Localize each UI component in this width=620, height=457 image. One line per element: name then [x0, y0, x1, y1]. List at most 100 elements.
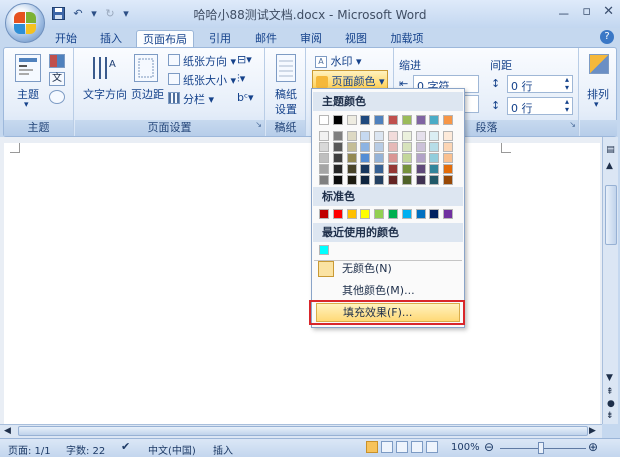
close-button[interactable]: ✕ — [603, 4, 614, 23]
scroll-up-icon[interactable]: ▲ — [606, 161, 613, 171]
theme-effects-icon[interactable] — [49, 90, 65, 104]
proofing-icon[interactable]: ✔ — [121, 440, 130, 453]
theme-shade-swatch[interactable] — [388, 142, 398, 152]
standard-color-swatch[interactable] — [401, 209, 412, 219]
no-color-item[interactable]: 无颜色(N) — [312, 259, 464, 279]
theme-shade-swatch[interactable] — [360, 175, 371, 185]
theme-shade-swatch[interactable] — [443, 164, 454, 174]
manuscript-button-line2[interactable]: 设置 — [275, 101, 297, 117]
theme-shade-swatch[interactable] — [332, 164, 343, 174]
theme-shade-swatch[interactable] — [332, 153, 343, 163]
paragraph-launcher-icon[interactable]: ↘ — [569, 117, 576, 133]
standard-color-swatch[interactable] — [388, 209, 398, 219]
outline-view-icon[interactable] — [411, 441, 423, 453]
spacing-after-spinner-icon[interactable]: ▴ ▾ — [565, 98, 569, 114]
theme-shade-swatch[interactable] — [374, 142, 385, 152]
theme-colors-icon[interactable] — [49, 54, 65, 68]
theme-shade-swatch[interactable] — [332, 142, 343, 152]
margins-button[interactable]: 页边距 — [131, 86, 164, 102]
theme-shade-swatch[interactable] — [374, 131, 385, 141]
hyphenation-icon[interactable]: bᶜ▾ — [237, 91, 254, 104]
line-numbers-icon[interactable]: ⫶▾ — [237, 72, 245, 86]
tab-mailings[interactable]: 邮件 — [247, 30, 285, 48]
next-page-icon[interactable]: ⇟ — [606, 411, 614, 421]
theme-shade-swatch[interactable] — [415, 164, 426, 174]
scroll-right-icon[interactable]: ▶ — [589, 426, 596, 436]
theme-shade-swatch[interactable] — [374, 164, 385, 174]
theme-shade-swatch[interactable] — [346, 153, 357, 163]
maximize-button[interactable]: ▫ — [582, 4, 591, 23]
document-page[interactable] — [4, 143, 600, 425]
tab-view[interactable]: 视图 — [337, 30, 375, 48]
theme-shade-swatch[interactable] — [401, 175, 412, 185]
theme-color-swatch[interactable] — [374, 115, 385, 125]
theme-shade-swatch[interactable] — [415, 175, 426, 185]
theme-shade-swatch[interactable] — [332, 175, 343, 185]
theme-shade-swatch[interactable] — [346, 142, 357, 152]
web-layout-icon[interactable] — [396, 441, 408, 453]
theme-color-swatch[interactable] — [332, 115, 343, 125]
theme-shade-swatch[interactable] — [429, 175, 440, 185]
page-count[interactable]: 页面: 1/1 — [8, 442, 51, 457]
spacing-before-spinner-icon[interactable]: ▴ ▾ — [565, 76, 569, 92]
standard-color-swatch[interactable] — [443, 209, 454, 219]
theme-shade-swatch[interactable] — [415, 131, 426, 141]
page-color-button[interactable]: 页面颜色 ▾ — [312, 70, 388, 89]
theme-shade-swatch[interactable] — [332, 131, 343, 141]
theme-shade-swatch[interactable] — [429, 153, 440, 163]
theme-shade-swatch[interactable] — [319, 153, 329, 163]
theme-color-swatch[interactable] — [388, 115, 398, 125]
scroll-left-icon[interactable]: ◀ — [4, 426, 11, 436]
zoom-level[interactable]: 100% — [451, 442, 480, 453]
draft-view-icon[interactable] — [426, 441, 438, 453]
theme-shade-swatch[interactable] — [346, 164, 357, 174]
scroll-down-icon[interactable]: ▼ — [606, 373, 613, 383]
theme-shade-swatch[interactable] — [429, 142, 440, 152]
horizontal-scrollbar[interactable]: ◀ ▶ — [0, 424, 602, 438]
manuscript-button-line1[interactable]: 稿纸 — [275, 86, 297, 102]
vertical-scrollbar[interactable]: ▤ ▲ ▼ ⇞ ● ⇟ — [602, 137, 618, 424]
arrange-dropdown-icon[interactable]: ▾ — [594, 100, 599, 110]
watermark-button[interactable]: A 水印 ▾ — [315, 53, 362, 69]
theme-shade-swatch[interactable] — [443, 153, 454, 163]
zoom-slider-thumb[interactable] — [538, 442, 544, 454]
vertical-scroll-thumb[interactable] — [605, 185, 617, 245]
horizontal-scroll-thumb[interactable] — [18, 426, 588, 436]
ruler-toggle-icon[interactable]: ▤ — [605, 145, 616, 157]
more-colors-item[interactable]: 其他颜色(M)... — [312, 281, 464, 301]
previous-page-icon[interactable]: ⇞ — [606, 387, 614, 397]
theme-fonts-icon[interactable]: 文 — [49, 72, 65, 86]
standard-color-swatch[interactable] — [360, 209, 371, 219]
theme-shade-swatch[interactable] — [360, 153, 371, 163]
theme-shade-swatch[interactable] — [319, 175, 329, 185]
theme-shade-swatch[interactable] — [401, 164, 412, 174]
standard-color-swatch[interactable] — [415, 209, 426, 219]
theme-shade-swatch[interactable] — [346, 131, 357, 141]
tab-insert[interactable]: 插入 — [92, 30, 130, 48]
theme-color-swatch[interactable] — [346, 115, 357, 125]
insert-mode[interactable]: 插入 — [213, 442, 233, 457]
theme-shade-swatch[interactable] — [443, 175, 454, 185]
size-button[interactable]: 纸张大小 ▾ — [183, 72, 236, 88]
text-direction-button[interactable]: 文字方向 — [83, 86, 127, 102]
zoom-in-icon[interactable]: ⊕ — [588, 440, 598, 454]
theme-shade-swatch[interactable] — [401, 131, 412, 141]
spacing-before-input[interactable]: 0 行 ▴ ▾ — [507, 75, 573, 93]
orientation-button[interactable]: 纸张方向 ▾ — [183, 53, 236, 69]
theme-shade-swatch[interactable] — [360, 164, 371, 174]
theme-shade-swatch[interactable] — [415, 153, 426, 163]
theme-color-swatch[interactable] — [401, 115, 412, 125]
tab-references[interactable]: 引用 — [201, 30, 239, 48]
columns-button[interactable]: 分栏 ▾ — [183, 91, 214, 107]
theme-shade-swatch[interactable] — [346, 175, 357, 185]
full-screen-reading-icon[interactable] — [381, 441, 393, 453]
theme-shade-swatch[interactable] — [429, 131, 440, 141]
theme-shade-swatch[interactable] — [388, 153, 398, 163]
theme-shade-swatch[interactable] — [360, 131, 371, 141]
tab-page-layout[interactable]: 页面布局 — [136, 30, 194, 48]
word-count[interactable]: 字数: 22 — [66, 442, 105, 457]
minimize-button[interactable]: － — [557, 4, 570, 23]
theme-color-swatch[interactable] — [319, 115, 329, 125]
theme-shade-swatch[interactable] — [443, 142, 454, 152]
tab-home[interactable]: 开始 — [47, 30, 85, 48]
